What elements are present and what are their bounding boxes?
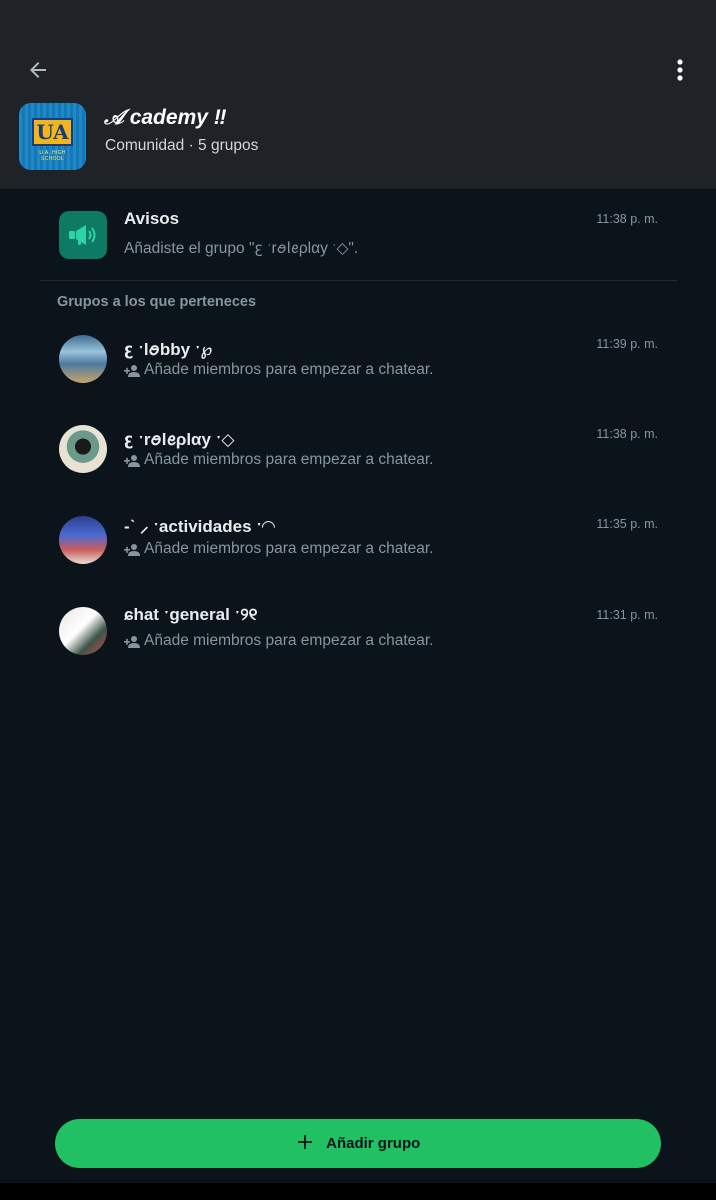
more-options-button[interactable] <box>662 50 698 90</box>
group-subtitle: Añade miembros para empezar a chatear. <box>124 451 434 469</box>
ua-logo: UA <box>32 118 73 146</box>
group-subtitle-text: Añade miembros para empezar a chatear. <box>144 632 434 649</box>
more-vert-icon <box>677 59 683 81</box>
person-add-icon <box>124 364 140 377</box>
community-screen: UA U.A. HIGH SCHOOL 𝒜 cademy ‼ Comunidad… <box>0 0 716 1200</box>
person-add-icon <box>124 635 140 648</box>
announcements-title: Avisos <box>124 209 180 228</box>
add-group-button[interactable]: + Añadir grupo <box>55 1119 661 1168</box>
announcements-avatar <box>59 211 107 259</box>
section-divider <box>40 280 677 281</box>
add-group-label: Añadir grupo <box>326 1135 421 1152</box>
announcements-subtitle: Añadiste el grupo "ꜫ ˑrꪮlꫀρlαy ˑ◇". <box>124 240 359 257</box>
plus-icon: + <box>295 1130 315 1155</box>
group-name: -ˋ ⸝ ˑactividades ˑ◠ <box>124 517 275 536</box>
arrow-back-icon <box>30 62 46 78</box>
group-avatar-lobby <box>59 335 107 383</box>
community-avatar[interactable]: UA U.A. HIGH SCHOOL <box>19 103 86 170</box>
ua-logo-caption: U.A. HIGH SCHOOL <box>39 150 66 162</box>
group-subtitle-text: Añade miembros para empezar a chatear. <box>144 540 434 557</box>
person-add-icon <box>124 454 140 467</box>
group-subtitle: Añade miembros para empezar a chatear. <box>124 540 434 558</box>
group-time: 11:35 p. m. <box>596 517 658 531</box>
announcements-time: 11:38 p. m. <box>596 212 658 226</box>
group-time: 11:39 p. m. <box>596 337 658 351</box>
group-name: ɕhat ˑgeneral ˑ୨୧ <box>124 605 258 624</box>
group-avatar-chat-general <box>59 607 107 655</box>
group-time: 11:38 p. m. <box>596 427 658 441</box>
back-button[interactable] <box>18 50 58 90</box>
community-subtitle: Comunidad · 5 grupos <box>105 137 259 154</box>
group-time: 11:31 p. m. <box>596 608 658 622</box>
community-header: UA U.A. HIGH SCHOOL 𝒜 cademy ‼ Comunidad… <box>0 0 716 189</box>
groups-section-heading: Grupos a los que perteneces <box>57 294 257 310</box>
group-avatar-roleplay <box>59 425 107 473</box>
community-title[interactable]: 𝒜 cademy ‼ <box>104 106 226 130</box>
group-subtitle-text: Añade miembros para empezar a chatear. <box>144 361 434 378</box>
group-subtitle: Añade miembros para empezar a chatear. <box>124 632 434 650</box>
group-row-lobby[interactable] <box>0 320 716 400</box>
megaphone-icon <box>69 225 96 245</box>
group-subtitle: Añade miembros para empezar a chatear. <box>124 361 434 379</box>
group-avatar-actividades <box>59 516 107 564</box>
group-row-roleplay[interactable] <box>0 410 716 490</box>
system-nav-bar <box>0 1183 716 1200</box>
person-add-icon <box>124 543 140 556</box>
group-subtitle-text: Añade miembros para empezar a chatear. <box>144 451 434 468</box>
